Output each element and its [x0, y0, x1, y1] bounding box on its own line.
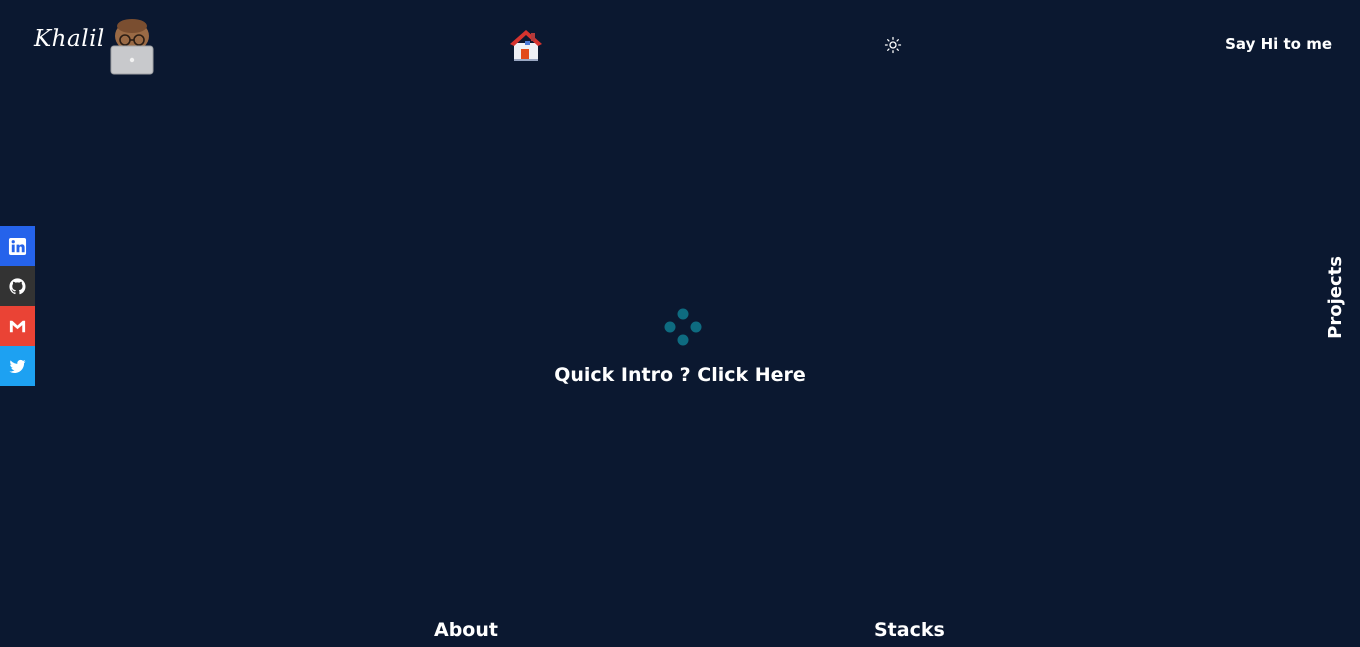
github-icon: [9, 277, 26, 294]
about-link[interactable]: About: [434, 619, 498, 641]
linkedin-icon: [8, 237, 27, 255]
house-icon[interactable]: [508, 27, 544, 63]
gmail-icon: [9, 320, 26, 332]
social-sidebar: [0, 226, 35, 386]
gmail-link[interactable]: [0, 306, 35, 346]
linkedin-link[interactable]: [0, 226, 35, 266]
quick-intro-label[interactable]: Quick Intro ? Click Here: [554, 364, 806, 386]
memoji-laptop-icon: [108, 18, 156, 76]
logo-text[interactable]: Khalil: [34, 26, 105, 52]
sun-icon[interactable]: [884, 36, 902, 54]
quick-intro-button[interactable]: Quick Intro ? Click Here: [0, 364, 1360, 386]
github-link[interactable]: [0, 266, 35, 306]
projects-link[interactable]: Projects: [1325, 256, 1346, 339]
stacks-link[interactable]: Stacks: [874, 619, 945, 641]
say-hi-link[interactable]: Say Hi to me: [1225, 35, 1332, 53]
loading-spinner-icon: [662, 307, 704, 347]
page: Khalil Say Hi to me Projects Quick Intro…: [0, 0, 1360, 647]
